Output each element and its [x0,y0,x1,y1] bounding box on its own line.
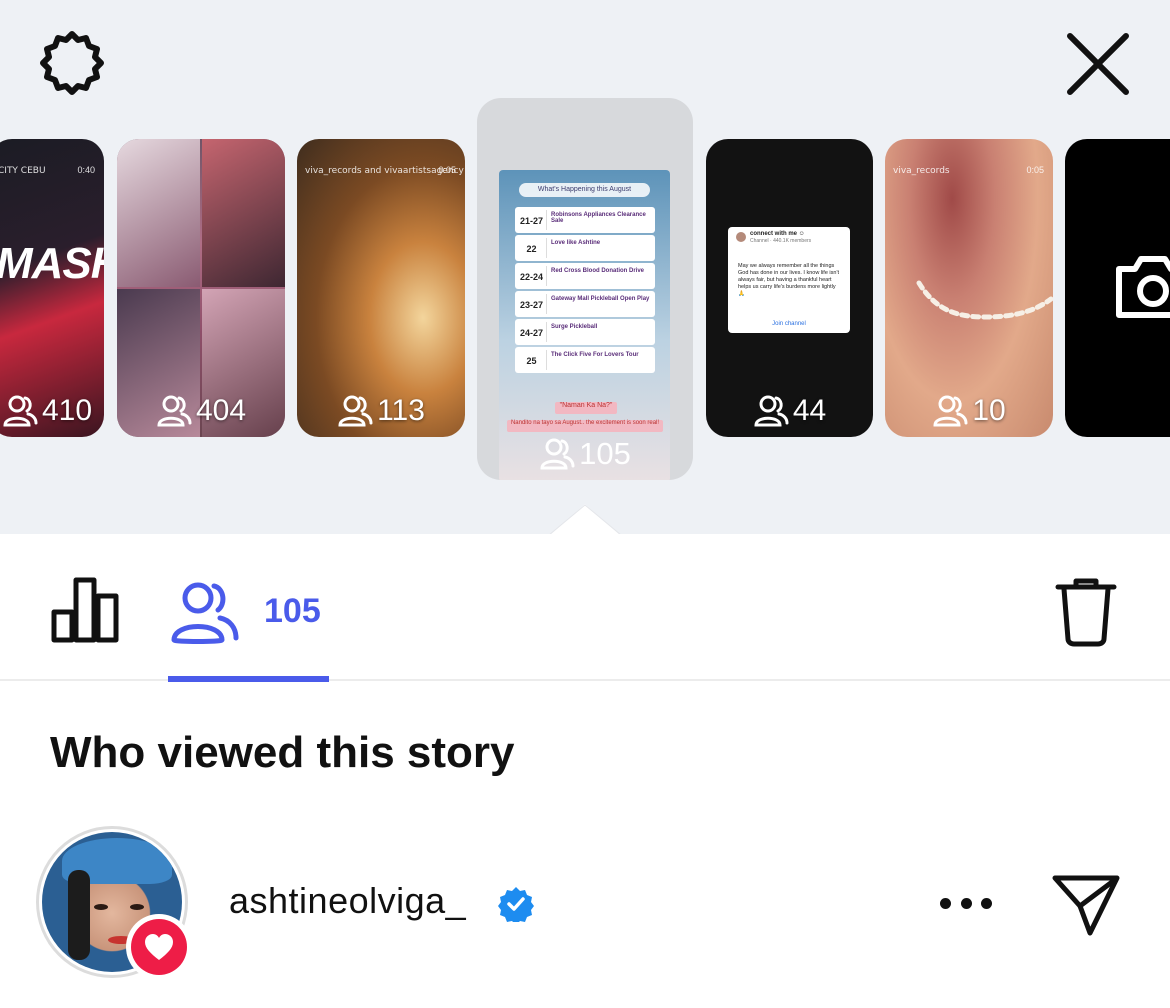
viewer-count-label: 404 [195,394,247,427]
selection-pointer [549,504,621,534]
bar-chart-icon[interactable] [50,576,120,644]
channel-avatar [736,232,746,242]
necklace-art [916,280,1053,320]
viewer-count-label: 105 [579,436,631,471]
viewers-icon [754,395,789,427]
viewer-username[interactable]: ashtineolviga_ [229,880,466,922]
event-poster: What's Happening this August 21-27 Robins… [499,170,670,480]
viewers-icon [933,395,968,427]
story-time: 0:05 [1026,165,1044,175]
channel-subtitle: Channel · 440.1K members [750,238,812,244]
channel-message: May we always remember all the things Go… [738,263,840,297]
story-tray: CITY CEBU 0:40 MASH 410 404 viva_records… [0,0,1170,534]
story-thumbnail[interactable]: CITY CEBU 0:40 MASH 410 [0,139,104,437]
avatar-art [68,870,90,960]
story-viewer-count: 44 [706,393,873,429]
viewer-count-label: 113 [377,394,425,427]
story-tag: viva_records [893,166,950,176]
camera-icon [1116,256,1170,318]
event-item: 24-27 Surge Pickleball [515,319,655,345]
viewers-icon [540,438,575,470]
viewer-count-label: 44 [792,394,827,427]
active-tab-indicator [168,676,329,682]
story-viewer-count: 113 [297,393,465,429]
story-viewer-count: 10 [885,393,1053,429]
caption-line: Nandito na tayo sa August.. the exciteme… [507,420,663,432]
event-item: 23-27 Gateway Mall Pickleball Open Play [515,291,655,317]
tab-viewers[interactable]: 105 [168,570,329,682]
story-thumbnail[interactable]: 404 [117,139,285,437]
story-time: 0:05 [438,165,456,175]
story-thumbnail[interactable]: viva_records 0:05 10 [885,139,1053,437]
add-story-thumbnail[interactable] [1065,139,1170,437]
viewers-icon [338,395,373,427]
avatar-art [130,904,144,910]
like-badge [126,914,192,980]
avatar-art [94,904,108,910]
story-viewer-count: 410 [0,393,104,429]
viewers-icon [157,395,192,427]
trash-icon[interactable] [1052,575,1120,647]
viewer-count-label: 410 [41,394,93,427]
heart-icon [145,934,173,960]
close-icon[interactable] [1064,30,1132,98]
event-item: 25 The Click Five For Lovers Tour [515,347,655,373]
viewer-count-label: 10 [972,394,1006,427]
dot [940,897,951,909]
viewers-icon [171,582,239,644]
viewer-row[interactable]: ashtineolviga_ [0,820,1170,1008]
selected-story-thumbnail[interactable]: What's Happening this August 21-27 Robins… [477,98,693,480]
story-time: 0:40 [77,165,95,175]
channel-card: connect with me ☺ Channel · 440.1K membe… [728,227,850,333]
channel-title: connect with me ☺ [750,231,805,237]
story-thumbnail[interactable]: viva_records and vivaartistsagency 0:05 … [297,139,465,437]
viewers-count: 105 [264,592,321,630]
poster-art: MASH [0,239,104,288]
section-title: Who viewed this story [50,728,515,777]
story-thumbnail[interactable]: connect with me ☺ Channel · 440.1K membe… [706,139,873,437]
dot [960,897,972,909]
poster-title: What's Happening this August [519,183,650,197]
story-viewer-count: 105 [477,436,693,472]
verified-badge-icon [498,887,534,922]
story-tag: CITY CEBU [0,166,46,176]
event-item: 22 Love like Ashtine [515,235,655,261]
send-message-icon[interactable] [1050,872,1122,938]
story-viewer-count: 404 [117,393,285,429]
event-item: 21-27 Robinsons Appliances Clearance Sale [515,207,655,233]
dot [981,897,992,909]
event-item: 22-24 Red Cross Blood Donation Drive [515,263,655,289]
viewers-icon [3,395,38,427]
join-channel-link: Join channel [772,321,806,327]
caption-line: "Naman Ka Na?" [555,402,617,414]
more-options-button[interactable] [940,888,992,918]
gear-icon[interactable] [36,30,108,102]
